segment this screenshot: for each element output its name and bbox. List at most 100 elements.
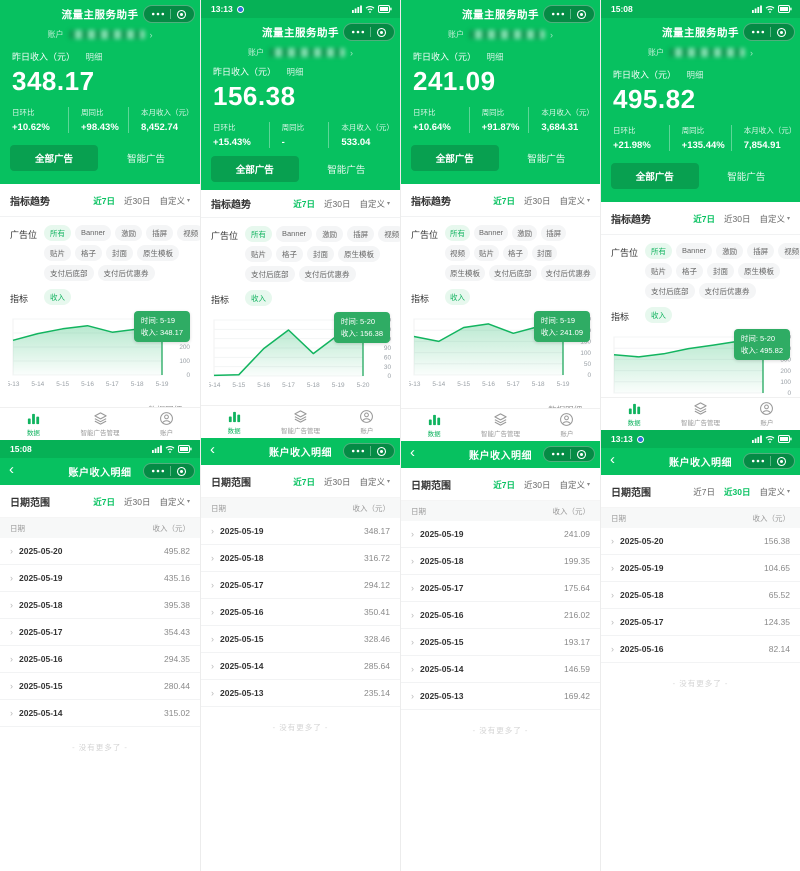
metric-chip-income[interactable]: 收入 [245,290,272,306]
wechat-capsule[interactable] [343,443,395,459]
wechat-capsule[interactable] [543,5,595,23]
range-custom-tab[interactable]: 自定义▾ [159,496,190,508]
wechat-capsule[interactable] [743,453,795,469]
income-row[interactable]: ›2025-05-19348.17 [201,518,400,545]
adpos-chip[interactable]: 贴片 [645,263,672,279]
back-icon[interactable]: ‹ [610,452,615,467]
income-row[interactable]: ›2025-05-18199.35 [401,548,600,575]
income-row[interactable]: ›2025-05-13169.42 [401,683,600,710]
range-7d-tab[interactable]: 近7日 [93,195,115,207]
account-selector[interactable]: 账户 › [601,47,800,58]
range-30d-tab[interactable]: 近30日 [324,476,350,488]
adpos-chip[interactable]: 封面 [707,263,734,279]
wechat-capsule[interactable] [743,23,795,41]
smart-ads-button[interactable]: 智能广告 [503,145,591,171]
range-30d-tab[interactable]: 近30日 [324,198,350,210]
adpos-chip[interactable]: 所有 [645,243,672,259]
adpos-chip[interactable]: 视频 [177,225,200,241]
range-custom-tab[interactable]: 自定义▾ [759,486,790,498]
adpos-chip[interactable]: 封面 [532,245,557,261]
income-row[interactable]: ›2025-05-18316.72 [201,545,400,572]
income-row[interactable]: ›2025-05-15280.44 [0,673,200,700]
income-row[interactable]: ›2025-05-19241.09 [401,521,600,548]
smart-ads-button[interactable]: 智能广告 [703,163,791,189]
back-icon[interactable]: ‹ [9,462,14,477]
adpos-chip[interactable]: 原生模板 [338,246,380,262]
adpos-chip[interactable]: 支付后优惠券 [541,265,596,281]
adpos-chip[interactable]: 插屏 [347,226,374,242]
adpos-chip[interactable]: 支付后优惠券 [98,265,155,281]
tab-account[interactable]: 账户 [334,406,400,438]
adpos-chip[interactable]: 所有 [44,225,71,241]
range-7d-tab[interactable]: 近7日 [693,486,715,498]
tab-smart-ads[interactable]: 智能广告管理 [267,406,333,438]
tab-account[interactable]: 账户 [133,408,200,440]
income-row[interactable]: ›2025-05-20495.82 [0,538,200,565]
income-row[interactable]: ›2025-05-13235.14 [201,680,400,707]
tab-smart-ads[interactable]: 智能广告管理 [467,409,533,441]
adpos-chip[interactable]: 支付后底部 [245,266,295,282]
income-row[interactable]: ›2025-05-14285.64 [201,653,400,680]
adpos-chip[interactable]: 格子 [676,263,703,279]
income-row[interactable]: ›2025-05-16216.02 [401,602,600,629]
adpos-chip[interactable]: 格子 [503,245,528,261]
range-30d-tab[interactable]: 近30日 [724,486,750,498]
adpos-chip[interactable]: 贴片 [474,245,499,261]
income-row[interactable]: ›2025-05-16350.41 [201,599,400,626]
adpos-chip[interactable]: 支付后优惠券 [299,266,356,282]
adpos-chip[interactable]: Banner [276,226,312,242]
income-row[interactable]: ›2025-05-15328.46 [201,626,400,653]
all-ads-button[interactable]: 全部广告 [611,163,699,189]
adpos-chip[interactable]: 插屏 [747,243,774,259]
smart-ads-button[interactable]: 智能广告 [102,145,190,171]
income-row[interactable]: ›2025-05-20156.38 [601,528,800,555]
income-row[interactable]: ›2025-05-14315.02 [0,700,200,727]
income-row[interactable]: ›2025-05-17124.35 [601,609,800,636]
adpos-chip[interactable]: 格子 [276,246,303,262]
income-row[interactable]: ›2025-05-17294.12 [201,572,400,599]
range-7d-tab[interactable]: 近7日 [93,496,115,508]
adpos-chip[interactable]: 原生模板 [738,263,780,279]
tab-data[interactable]: 数据 [601,398,667,430]
adpos-chip[interactable]: Banner [474,225,508,241]
adpos-chip[interactable]: 支付后底部 [489,265,537,281]
range-custom-tab[interactable]: 自定义▾ [359,198,390,210]
adpos-chip[interactable]: 格子 [75,245,102,261]
tab-account[interactable]: 账户 [534,409,600,441]
income-row[interactable]: ›2025-05-15193.17 [401,629,600,656]
adpos-chip[interactable]: Banner [676,243,712,259]
range-7d-tab[interactable]: 近7日 [493,479,515,491]
adpos-chip[interactable]: 支付后优惠券 [699,283,756,299]
range-30d-tab[interactable]: 近30日 [524,195,550,207]
adpos-chip[interactable]: 原生模板 [445,265,485,281]
income-row[interactable]: ›2025-05-16294.35 [0,646,200,673]
adpos-chip[interactable]: 所有 [245,226,272,242]
adpos-chip[interactable]: 支付后底部 [44,265,94,281]
wechat-capsule[interactable] [143,463,195,479]
adpos-chip[interactable]: Banner [75,225,111,241]
income-row[interactable]: ›2025-05-1682.14 [601,636,800,663]
tab-data[interactable]: 数据 [0,408,67,440]
adpos-chip[interactable]: 视频 [378,226,400,242]
account-selector[interactable]: 账户 › [401,29,600,40]
income-row[interactable]: ›2025-05-17354.43 [0,619,200,646]
income-detail-link[interactable]: 明细 [487,52,504,62]
metric-chip-income[interactable]: 收入 [445,289,470,305]
wechat-capsule[interactable] [543,446,595,462]
range-7d-tab[interactable]: 近7日 [293,198,315,210]
smart-ads-button[interactable]: 智能广告 [303,156,391,182]
income-row[interactable]: ›2025-05-18395.38 [0,592,200,619]
range-30d-tab[interactable]: 近30日 [524,479,550,491]
adpos-chip[interactable]: 插屏 [146,225,173,241]
adpos-chip[interactable]: 视频 [778,243,800,259]
income-row[interactable]: ›2025-05-1865.52 [601,582,800,609]
income-row[interactable]: ›2025-05-19435.16 [0,565,200,592]
all-ads-button[interactable]: 全部广告 [10,145,98,171]
tab-smart-ads[interactable]: 智能广告管理 [67,408,134,440]
income-detail-link[interactable]: 明细 [687,70,704,80]
account-selector[interactable]: 账户 › [0,29,200,40]
adpos-chip[interactable]: 贴片 [44,245,71,261]
back-icon[interactable]: ‹ [410,445,415,460]
range-custom-tab[interactable]: 自定义▾ [559,479,590,491]
tab-data[interactable]: 数据 [201,406,267,438]
